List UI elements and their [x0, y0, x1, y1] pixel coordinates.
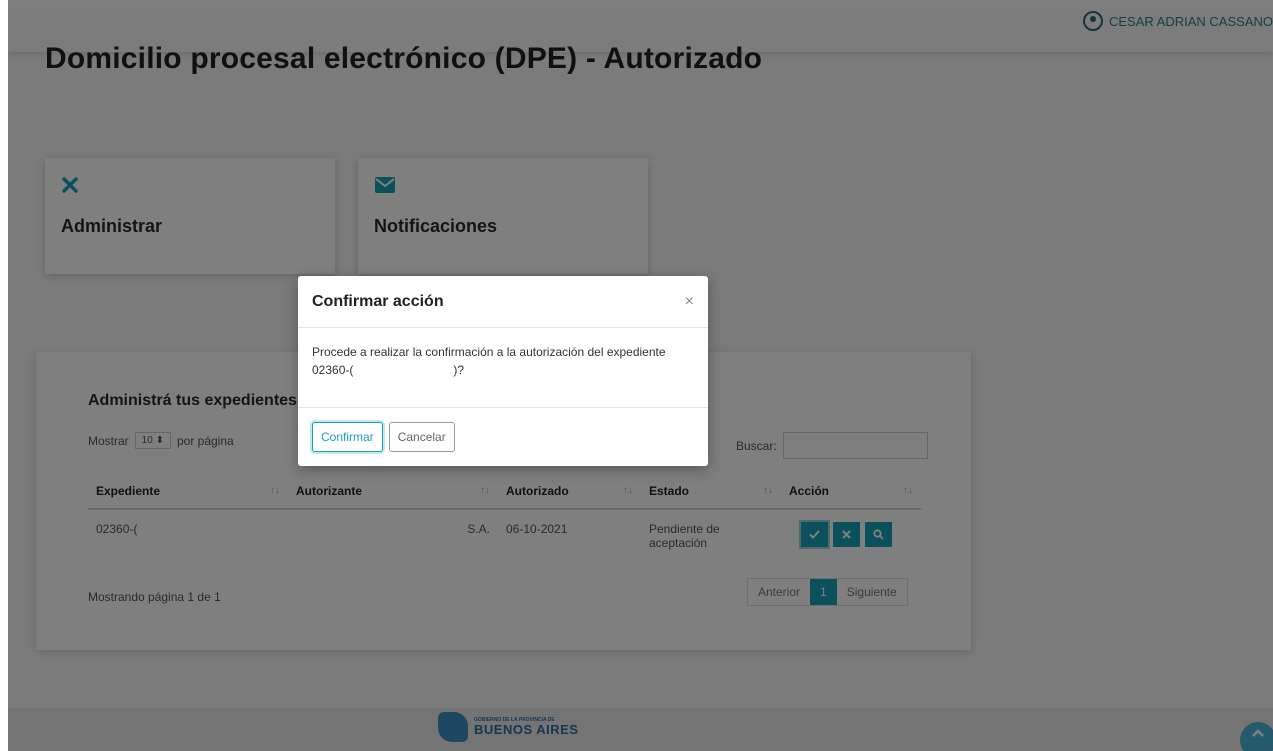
- dialog-body: Procede a realizar la confirmación a la …: [298, 328, 708, 408]
- confirm-button[interactable]: Confirmar: [312, 422, 383, 452]
- dialog-footer: Confirmar Cancelar: [298, 408, 708, 466]
- dialog-message-line1: Procede a realizar la confirmación a la …: [312, 345, 666, 359]
- dialog-title: Confirmar acción: [312, 292, 444, 310]
- confirm-dialog: Confirmar acción × Procede a realizar la…: [298, 276, 708, 466]
- close-icon[interactable]: ×: [685, 293, 694, 311]
- left-strip: [0, 0, 8, 751]
- dialog-header: Confirmar acción ×: [298, 276, 708, 328]
- cancel-button[interactable]: Cancelar: [388, 422, 455, 452]
- dialog-message-line2: 02360-( )?: [312, 363, 465, 377]
